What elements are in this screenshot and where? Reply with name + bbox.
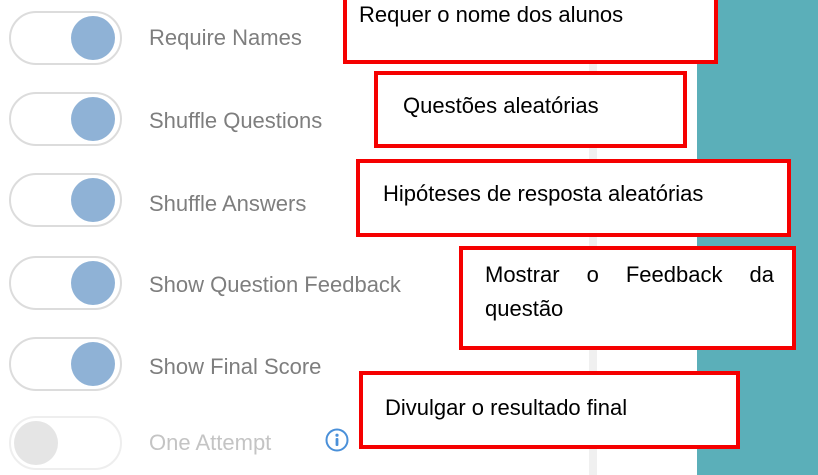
show-final-score-toggle[interactable] [9, 337, 122, 391]
shuffle-answers-toggle[interactable] [9, 173, 122, 227]
callout-shuffle-questions: Questões aleatórias [374, 71, 687, 148]
callout-text: Hipóteses de resposta aleatórias [383, 181, 704, 206]
info-circle-icon[interactable] [325, 428, 349, 452]
callout-require-names: Requer o nome dos alunos [343, 0, 718, 64]
toggle-knob [14, 421, 58, 465]
toggle-knob [71, 178, 115, 222]
show-question-feedback-toggle[interactable] [9, 256, 122, 310]
toggle-knob [71, 16, 115, 60]
shuffle-answers-label: Shuffle Answers [149, 191, 307, 216]
callout-show-final-score: Divulgar o resultado final [359, 371, 740, 449]
callout-shuffle-answers: Hipóteses de resposta aleatórias [356, 159, 791, 237]
require-names-toggle[interactable] [9, 11, 122, 65]
callout-text: Requer o nome dos alunos [359, 2, 624, 27]
show-final-score-label: Show Final Score [149, 354, 322, 379]
callout-text: Questões aleatórias [403, 93, 599, 118]
toggle-knob [71, 342, 115, 386]
callout-show-question-feedback: Mostrar o Feedback da questão [459, 246, 796, 350]
toggle-knob [71, 261, 115, 305]
toggle-knob [71, 97, 115, 141]
setting-row-show-question-feedback: Show Question Feedback [9, 256, 479, 312]
one-attempt-toggle[interactable] [9, 416, 122, 470]
require-names-label: Require Names [149, 25, 302, 50]
show-question-feedback-label: Show Question Feedback [149, 272, 401, 297]
one-attempt-label: One Attempt [149, 430, 272, 455]
callout-text: Divulgar o resultado final [385, 395, 628, 420]
callout-text: Mostrar o Feedback da questão [485, 262, 774, 321]
shuffle-questions-label: Shuffle Questions [149, 108, 323, 133]
shuffle-questions-toggle[interactable] [9, 92, 122, 146]
